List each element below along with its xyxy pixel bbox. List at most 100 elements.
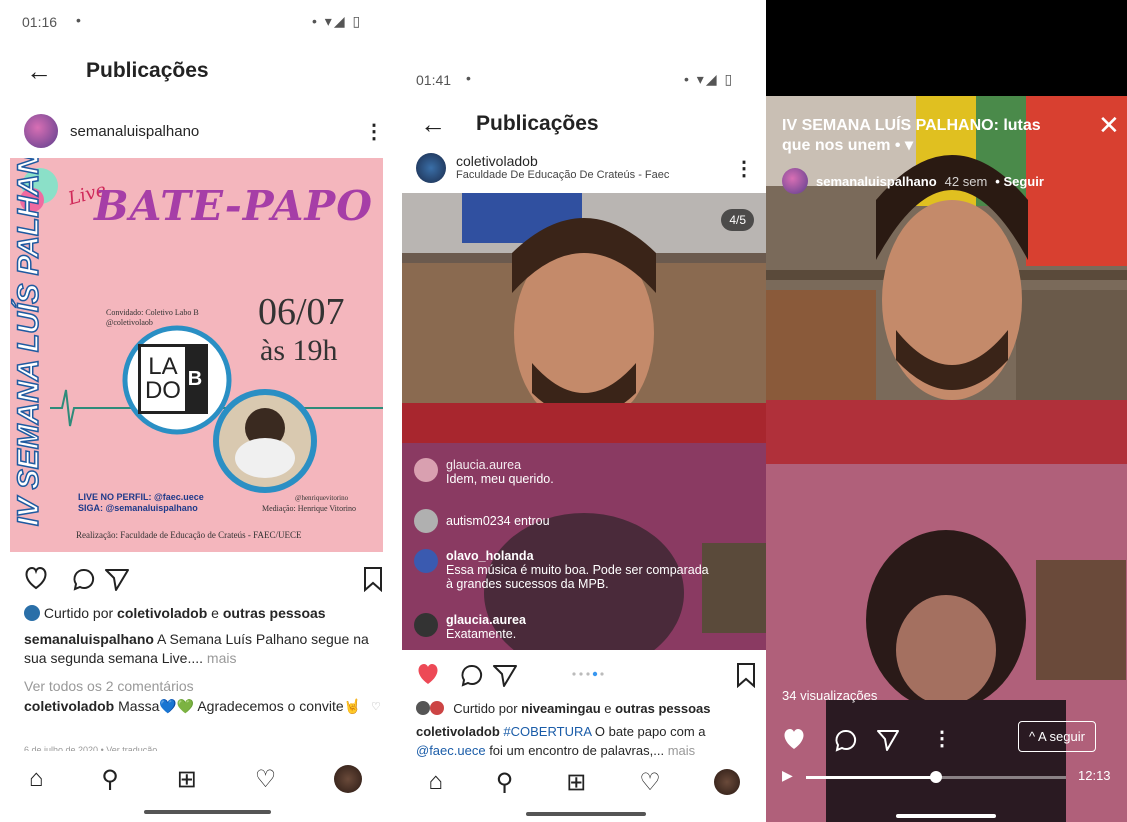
search-icon[interactable]: ⚲ — [496, 768, 514, 797]
save-icon[interactable] — [737, 663, 755, 689]
save-icon[interactable] — [364, 567, 382, 593]
liked-others[interactable]: outras pessoas — [223, 605, 326, 621]
liked-user[interactable]: coletivoladob — [117, 605, 207, 621]
more-options-icon[interactable]: ⋮ — [364, 119, 384, 144]
caption-hashtag[interactable]: #COBERTURA — [500, 724, 591, 739]
poster-time: às 19h — [260, 334, 338, 367]
comment-text: Exatamente. — [446, 627, 517, 641]
post-location[interactable]: Faculdade De Educação De Crateús - Faec — [456, 168, 669, 182]
comment-user[interactable]: coletivoladob — [24, 698, 114, 714]
likes-line: Curtido por niveamingau e outras pessoas — [416, 699, 764, 718]
page-title: Publicações — [476, 112, 599, 135]
post-image[interactable]: Live BATE-PAPO IV SEMANA LUÍS PALHANO Co… — [10, 158, 383, 552]
back-arrow-icon[interactable]: ← — [26, 58, 52, 84]
more-options-icon[interactable]: ⋮ — [932, 726, 952, 751]
share-icon[interactable] — [493, 665, 517, 687]
live-comment: glaucia.aurea Idem, meu querido. — [414, 458, 754, 486]
media-counter: 4/5 — [721, 209, 754, 231]
home-indicator — [526, 812, 646, 816]
profile-avatar-icon[interactable] — [334, 765, 363, 793]
like-heart-icon[interactable] — [784, 729, 804, 749]
liked-heart-icon[interactable] — [418, 664, 438, 684]
play-icon[interactable]: ▶ — [782, 767, 793, 784]
status-time: 01:16 — [22, 14, 58, 30]
post-caption: coletivoladob #COBERTURA O bate papo com… — [416, 722, 762, 760]
add-post-icon[interactable]: ⊞ — [566, 768, 586, 797]
activity-heart-icon[interactable]: ♡ — [639, 768, 661, 797]
live-username[interactable]: semanaluispalhano — [816, 174, 937, 189]
post-username[interactable]: semanaluispalhano — [70, 123, 199, 140]
view-comments-link[interactable]: Ver todos os 2 comentários — [24, 677, 194, 696]
comment-user: olavo_holanda — [446, 549, 534, 563]
status-dot: • — [466, 70, 471, 86]
comment-text: Massa💙💚 Agradecemos o convite🤘 — [114, 698, 362, 714]
status-dot: • — [76, 12, 81, 28]
poster-mediator-handle: @henriquevitorino — [295, 494, 349, 502]
share-icon[interactable] — [877, 730, 899, 751]
next-button[interactable]: ^ A seguir — [1018, 721, 1096, 752]
comment-text: Essa música é muito boa. Pode ser compar… — [446, 563, 709, 591]
caption-mention[interactable]: @faec.uece — [416, 743, 486, 758]
liked-user[interactable]: niveamingau — [521, 701, 600, 716]
post-username[interactable]: coletivoladob — [456, 154, 669, 168]
avatar[interactable] — [782, 168, 808, 194]
likes-line: Curtido por coletivoladob e outras pesso… — [24, 604, 386, 623]
liker-avatar — [416, 701, 430, 715]
live-age: 42 sem — [944, 173, 988, 189]
live-title[interactable]: IV SEMANA LUÍS PALHANO: lutas que nos un… — [782, 116, 1072, 156]
profile-avatar-icon[interactable] — [713, 769, 740, 795]
header: ← Publicações — [420, 111, 599, 137]
action-row — [416, 660, 762, 689]
post-screen-2: 01:41 • • ▾◢ ▯ ← Publicações coletivolad… — [402, 0, 766, 822]
like-heart-icon[interactable] — [25, 566, 47, 590]
labo-logo-text-2: DO — [144, 377, 181, 404]
poster-realization: Realização: Faculdade de Educação de Cra… — [76, 530, 302, 540]
live-comment: autism0234 entrou — [414, 509, 754, 533]
live-actions — [784, 729, 899, 752]
poster-mediator: Mediação: Henrique Vitorino — [262, 504, 357, 513]
caption-text: O bate papo com a — [591, 724, 706, 739]
follow-button[interactable]: • Seguir — [995, 174, 1044, 189]
header: ← Publicações — [26, 58, 209, 84]
live-comment: olavo_holanda Essa música é muito boa. Po… — [414, 549, 714, 591]
home-icon[interactable]: ⌂ — [29, 765, 44, 793]
comment-user: glaucia.aurea — [446, 458, 522, 472]
comment-icon[interactable] — [461, 664, 483, 687]
comment: coletivoladob Massa💙💚 Agradecemos o conv… — [24, 697, 364, 716]
add-post-icon[interactable]: ⊞ — [177, 765, 197, 794]
close-icon[interactable]: ✕ — [1098, 110, 1120, 141]
liked-prefix: Curtido por — [453, 701, 522, 716]
comment-user: autism0234 entrou — [446, 514, 550, 528]
caption-more[interactable]: mais — [207, 650, 237, 666]
avatar[interactable] — [24, 114, 58, 148]
back-arrow-icon[interactable]: ← — [420, 111, 446, 137]
search-icon[interactable]: ⚲ — [101, 765, 119, 794]
poster-title: BATE-PAPO — [94, 182, 373, 230]
post-video[interactable]: 4/5 glaucia.aurea Idem, meu querido. auti… — [402, 193, 766, 650]
share-icon[interactable] — [105, 569, 129, 591]
live-comment: glaucia.aurea Exatamente. — [414, 613, 754, 641]
page-title: Publicações — [86, 59, 209, 82]
liked-others[interactable]: outras pessoas — [615, 701, 710, 716]
labo-logo: LA DO B — [138, 344, 208, 414]
caption-more[interactable]: mais — [668, 743, 695, 758]
status-icons: • ▾◢ ▯ — [684, 71, 735, 87]
activity-heart-icon[interactable]: ♡ — [255, 765, 277, 794]
bottom-nav: ⌂ ⚲ ⊞ ♡ — [402, 762, 766, 802]
comment-icon[interactable] — [73, 568, 95, 591]
bottom-nav: ⌂ ⚲ ⊞ ♡ — [0, 758, 391, 800]
comment-icon[interactable] — [835, 729, 857, 752]
caption-user[interactable]: coletivoladob — [416, 724, 500, 739]
progress-track[interactable] — [806, 771, 1066, 783]
poster-guest-handle: @coletivolaob — [106, 318, 153, 327]
home-icon[interactable]: ⌂ — [428, 768, 443, 796]
progress-knob[interactable] — [930, 771, 942, 783]
avatar[interactable] — [416, 153, 446, 183]
caption-user[interactable]: semanaluispalhano — [24, 631, 154, 647]
carousel-dots — [572, 671, 604, 677]
poster-date: 06/07 — [258, 291, 345, 333]
more-options-icon[interactable]: ⋮ — [734, 156, 754, 181]
comment-like-icon[interactable]: ♡ — [371, 700, 381, 713]
live-author-row: semanaluispalhano 42 sem • Seguir — [782, 168, 1044, 194]
poster-guest: Convidado: Coletivo Labo B — [106, 308, 199, 317]
